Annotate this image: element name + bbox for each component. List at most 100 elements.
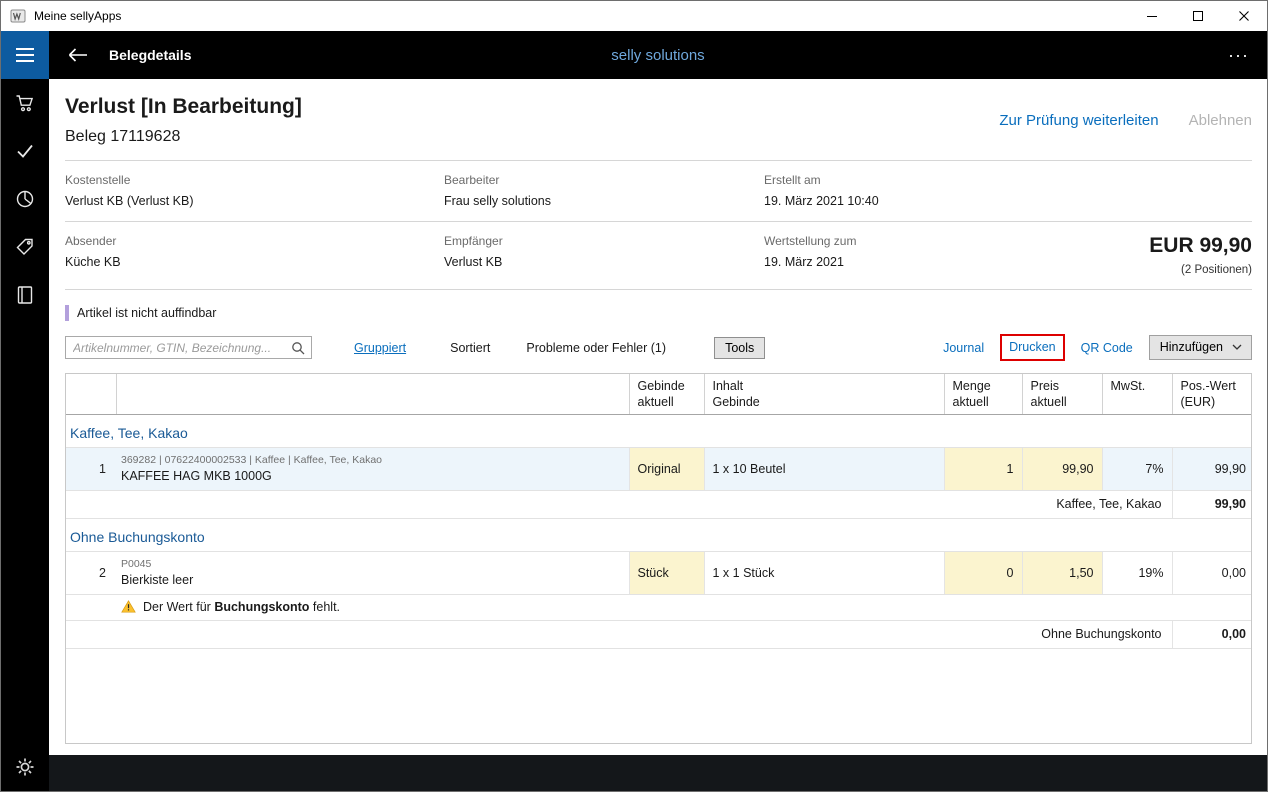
field-value: Frau selly solutions: [444, 194, 764, 208]
titlebar: Meine sellyApps: [1, 1, 1267, 31]
content-area: Verlust [In Bearbeitung] Beleg 17119628 …: [49, 79, 1267, 755]
col-header-menge: Menge aktuell: [944, 374, 1022, 414]
field-label: Kostenstelle: [65, 173, 444, 187]
table-row[interactable]: 2 P0045 Bierkiste leer Stück 1 x 1 Stück…: [66, 551, 1252, 594]
document-header: Verlust [In Bearbeitung] Beleg 17119628 …: [65, 95, 1252, 161]
gebinde-cell[interactable]: Original: [629, 447, 704, 490]
journal-book-icon[interactable]: [1, 271, 49, 319]
price-tag-icon[interactable]: [1, 223, 49, 271]
group-footer-label: Kaffee, Tee, Kakao: [66, 490, 1172, 518]
group-footer-label: Ohne Buchungskonto: [66, 620, 1172, 648]
document-status-title: Verlust [In Bearbeitung]: [65, 95, 302, 119]
total-positions: (2 Positionen): [1014, 264, 1252, 276]
list-toolbar: Gruppiert Sortiert Probleme oder Fehler …: [65, 334, 1252, 361]
check-tasks-icon[interactable]: [1, 127, 49, 175]
group-footer: Ohne Buchungskonto 0,00: [66, 620, 1252, 648]
mwst-cell: 7%: [1102, 447, 1172, 490]
col-header-inhalt: Inhalt Gebinde: [704, 374, 944, 414]
maximize-button[interactable]: [1175, 1, 1221, 31]
field-wertstellung: Wertstellung zum 19. März 2021: [764, 234, 1014, 276]
field-kostenstelle: Kostenstelle Verlust KB (Verlust KB): [65, 173, 444, 208]
group-title: Kaffee, Tee, Kakao: [66, 414, 1252, 447]
preis-cell[interactable]: 1,50: [1022, 551, 1102, 594]
field-absender: Absender Küche KB: [65, 234, 444, 276]
minimize-button[interactable]: [1129, 1, 1175, 31]
field-value: 19. März 2021: [764, 255, 1014, 269]
article-cell[interactable]: 369282 | 07622400002533 | Kaffee | Kaffe…: [116, 447, 629, 490]
details-row-2: Absender Küche KB Empfänger Verlust KB W…: [65, 222, 1252, 290]
chevron-down-icon: [1232, 344, 1242, 350]
mwst-cell: 19%: [1102, 551, 1172, 594]
more-options-icon[interactable]: ···: [1228, 50, 1249, 60]
warning-text: Der Wert für Buchungskonto fehlt.: [143, 600, 340, 614]
table-row[interactable]: 1 369282 | 07622400002533 | Kaffee | Kaf…: [66, 447, 1252, 490]
inhalt-cell: 1 x 10 Beutel: [704, 447, 944, 490]
search-box[interactable]: [65, 336, 312, 359]
app-icon: [10, 8, 26, 24]
col-header-number: [66, 374, 116, 414]
preis-cell[interactable]: 99,90: [1022, 447, 1102, 490]
grouped-toggle[interactable]: Gruppiert: [354, 341, 406, 355]
close-button[interactable]: [1221, 1, 1267, 31]
print-link[interactable]: Drucken: [1009, 340, 1056, 354]
group-header: Ohne Buchungskonto: [66, 518, 1252, 551]
hamburger-menu-button[interactable]: [1, 31, 49, 79]
tools-button[interactable]: Tools: [714, 337, 765, 359]
col-header-preis: Preis aktuell: [1022, 374, 1102, 414]
article-meta: 369282 | 07622400002533 | Kaffee | Kaffe…: [121, 454, 621, 466]
article-meta: P0045: [121, 558, 621, 570]
notice-banner: Artikel ist nicht auffindbar: [65, 305, 1252, 321]
col-header-mwst: MwSt.: [1102, 374, 1172, 414]
warning-icon: [121, 600, 136, 613]
group-footer-value: 99,90: [1172, 490, 1252, 518]
col-header-wert: Pos.-Wert (EUR): [1172, 374, 1252, 414]
reject-link[interactable]: Ablehnen: [1189, 112, 1252, 129]
notice-text: Artikel ist nicht auffindbar: [77, 306, 216, 320]
field-label: Absender: [65, 234, 444, 248]
positions-table: Gebinde aktuell Inhalt Gebinde Menge akt…: [65, 373, 1252, 744]
group-header: Kaffee, Tee, Kakao: [66, 414, 1252, 447]
cart-icon[interactable]: [1, 79, 49, 127]
add-button-label: Hinzufügen: [1160, 340, 1223, 354]
menge-cell[interactable]: 0: [944, 551, 1022, 594]
article-title: Bierkiste leer: [121, 573, 621, 587]
pie-chart-icon[interactable]: [1, 175, 49, 223]
settings-gear-icon[interactable]: [1, 743, 49, 791]
field-value: Küche KB: [65, 255, 444, 269]
field-label: Bearbeiter: [444, 173, 764, 187]
navbar: Belegdetails selly solutions ···: [49, 31, 1267, 79]
field-value: Verlust KB: [444, 255, 764, 269]
toolbar-right: Journal Drucken QR Code Hinzufügen: [943, 334, 1252, 361]
article-title: KAFFEE HAG MKB 1000G: [121, 469, 621, 483]
article-cell[interactable]: P0045 Bierkiste leer: [116, 551, 629, 594]
problems-filter[interactable]: Probleme oder Fehler (1): [526, 341, 666, 355]
notice-accent-bar: [65, 305, 69, 321]
app-name-center: selly solutions: [49, 47, 1267, 64]
inhalt-cell: 1 x 1 Stück: [704, 551, 944, 594]
search-input[interactable]: [73, 341, 291, 355]
sorted-toggle[interactable]: Sortiert: [450, 341, 490, 355]
total-amount: EUR 99,90: [1014, 234, 1252, 258]
search-icon: [291, 341, 305, 355]
col-header-article: [116, 374, 629, 414]
forward-for-review-link[interactable]: Zur Prüfung weiterleiten: [999, 112, 1158, 129]
field-value: 19. März 2021 10:40: [764, 194, 1014, 208]
field-label: Erstellt am: [764, 173, 1014, 187]
titlebar-left: Meine sellyApps: [1, 8, 1129, 24]
field-bearbeiter: Bearbeiter Frau selly solutions: [444, 173, 764, 208]
field-label: Empfänger: [444, 234, 764, 248]
field-label: Wertstellung zum: [764, 234, 1014, 248]
menge-cell[interactable]: 1: [944, 447, 1022, 490]
wert-cell: 0,00: [1172, 551, 1252, 594]
sidebar: [1, 31, 49, 791]
print-highlight-box: Drucken: [1000, 334, 1065, 361]
gebinde-cell[interactable]: Stück: [629, 551, 704, 594]
col-header-gebinde: Gebinde aktuell: [629, 374, 704, 414]
group-footer: Kaffee, Tee, Kakao 99,90: [66, 490, 1252, 518]
group-footer-value: 0,00: [1172, 620, 1252, 648]
details-row-1: Kostenstelle Verlust KB (Verlust KB) Bea…: [65, 161, 1252, 222]
journal-link[interactable]: Journal: [943, 341, 984, 355]
qr-code-link[interactable]: QR Code: [1081, 341, 1133, 355]
wert-cell: 99,90: [1172, 447, 1252, 490]
add-button[interactable]: Hinzufügen: [1149, 335, 1252, 360]
